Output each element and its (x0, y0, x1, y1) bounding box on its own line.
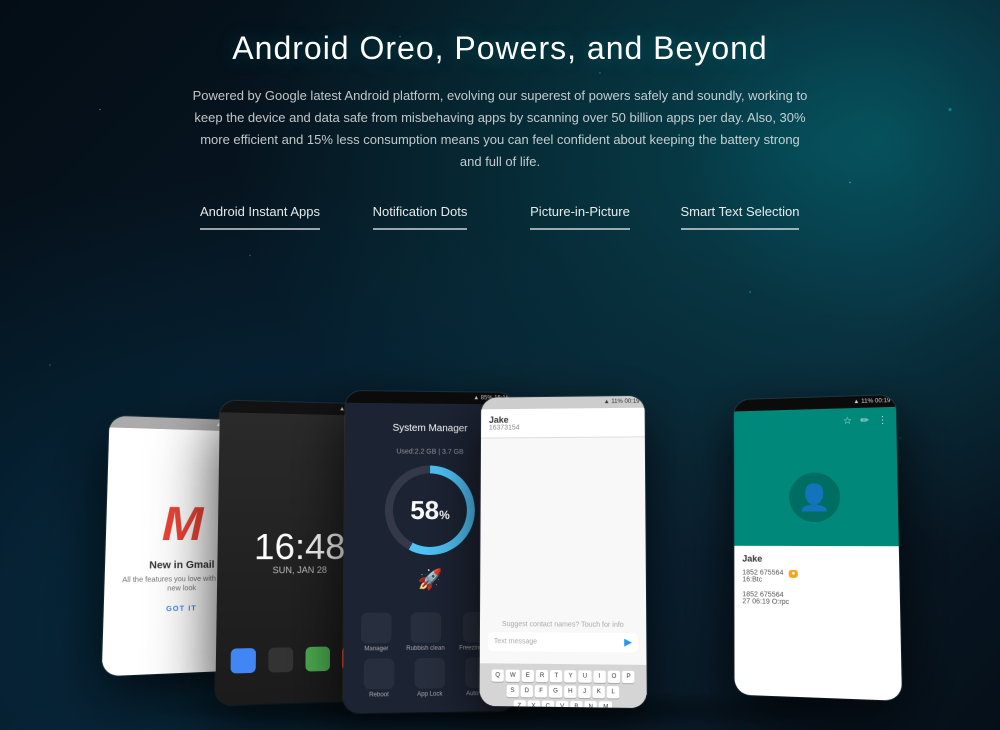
page-title: Android Oreo, Powers, and Beyond (60, 30, 940, 67)
contact-phone-list: 1852 675564 ● 16:Btc 1852 675564 27 06:1… (742, 569, 891, 607)
key-q[interactable]: Q (491, 669, 504, 681)
key-h[interactable]: J (579, 686, 591, 698)
feature-label-android-instant-apps: Android Instant Apps (200, 203, 320, 229)
contact-phone-3: 1852 675564 27 06:19 O:rpc (742, 591, 891, 607)
feature-label-notification-dots: Notification Dots (373, 203, 468, 229)
sys-menu-rubbish-icon (410, 612, 440, 643)
feature-android-instant-apps: Android Instant Apps (180, 203, 340, 229)
sys-menu-applock-icon (415, 658, 445, 689)
key-t[interactable]: T (550, 670, 562, 682)
sys-menu-applock: App Lock (415, 658, 445, 698)
key-d[interactable]: F (535, 685, 547, 697)
contact-phone-4-value: 27 06:19 O:rpc (742, 598, 891, 607)
key-o[interactable]: O (607, 671, 620, 683)
phone-contact: ▲ 11% 00:19 ☆ ✏ ⋮ 👤 Jake 1852 675564 ● 1… (734, 395, 902, 701)
keyboard-row-1: Q W E R T Y U I O P (484, 669, 643, 683)
sys-menu-applock-label: App Lock (417, 691, 442, 697)
sys-menu-reboot: Reboot (364, 658, 395, 698)
sys-menu-reboot-label: Reboot (369, 692, 389, 698)
key-k[interactable]: L (607, 686, 619, 698)
phone-contact-screen: ☆ ✏ ⋮ 👤 Jake 1852 675564 ● 16:Btc 1852 6… (734, 407, 902, 701)
keyboard: Q W E R T Y U I O P S D F G H J (480, 663, 647, 708)
sys-menu-manager-label: Manager (364, 646, 388, 652)
phone-chat-screen: Jake 16373154 Suggest contact names? Tou… (480, 408, 647, 708)
system-gauge: 58% (385, 465, 475, 555)
chat-contact-number: 16373154 (489, 424, 637, 432)
system-manager-title: System Manager (393, 423, 468, 434)
feature-label-picture-in-picture: Picture-in-Picture (530, 203, 630, 229)
key-b[interactable]: B (570, 701, 582, 708)
send-icon[interactable]: ▶ (624, 637, 632, 648)
chat-suggestion: Suggest contact names? Touch for info (488, 621, 638, 629)
main-content: Android Oreo, Powers, and Beyond Powered… (0, 0, 1000, 230)
chat-placeholder: Text message (494, 638, 620, 646)
key-m[interactable]: M (599, 701, 612, 708)
feature-smart-text-selection: Smart Text Selection (660, 203, 820, 229)
feature-picture-in-picture: Picture-in-Picture (500, 203, 660, 229)
edit-icon[interactable]: ✏ (860, 415, 869, 426)
more-icon[interactable]: ⋮ (877, 415, 888, 426)
key-r[interactable]: R (536, 670, 548, 682)
contact-toolbar: ☆ ✏ ⋮ (734, 407, 896, 437)
feature-notification-dots: Notification Dots (340, 203, 500, 229)
gallery-app-icon (305, 646, 330, 671)
key-w[interactable]: W (506, 670, 520, 682)
contact-info-body: Jake 1852 675564 ● 16:Btc 1852 675564 27… (734, 546, 902, 701)
page-description: Powered by Google latest Android platfor… (190, 85, 810, 173)
sys-menu-reboot-icon (364, 658, 395, 689)
key-a[interactable]: S (506, 685, 518, 697)
key-y[interactable]: Y (564, 670, 576, 682)
key-i[interactable]: I (593, 670, 605, 682)
system-gauge-inner: 58% (393, 473, 467, 547)
key-s[interactable]: D (521, 685, 533, 697)
sys-menu-manager-icon (361, 613, 392, 644)
phones-showcase: ▲ 97% 16:48 M New in Gmail All the featu… (50, 310, 950, 730)
chat-header: Jake 16373154 (481, 408, 645, 439)
chat-input[interactable]: Text message ▶ (488, 632, 638, 653)
settings-app-icon (268, 647, 293, 672)
key-j[interactable]: K (593, 686, 605, 698)
feature-label-smart-text-selection: Smart Text Selection (681, 203, 800, 229)
phone-chat: ▲ 11% 00:19 Jake 16373154 Suggest contac… (480, 396, 647, 708)
features-list: Android Instant Apps Notification Dots P… (60, 203, 940, 229)
key-f[interactable]: G (549, 685, 562, 697)
gmail-title: New in Gmail (149, 560, 214, 572)
system-manager-used: Used:2.2 GB | 3.7 GB (396, 449, 463, 456)
google-app-icon (231, 648, 256, 673)
key-u[interactable]: U (579, 670, 592, 682)
gmail-got-it-button[interactable]: GOT IT (166, 605, 197, 613)
gmail-logo: M (161, 497, 203, 552)
key-n[interactable]: N (584, 701, 597, 708)
clock-display: 16:48 (254, 529, 346, 565)
contact-name: Jake (742, 553, 890, 564)
sys-menu-rubbish: Rubbish clean (406, 612, 444, 652)
star-icon[interactable]: ☆ (843, 416, 852, 427)
contact-avatar: 👤 (789, 473, 841, 523)
key-e[interactable]: E (522, 670, 534, 682)
system-gauge-value: 58% (410, 495, 450, 526)
chat-body: Suggest contact names? Touch for info Te… (480, 437, 647, 665)
keyboard-row-2: S D F G H J K L (484, 685, 643, 699)
sys-menu-rubbish-label: Rubbish clean (406, 646, 444, 652)
contact-avatar-area: 👤 (734, 434, 899, 546)
contact-phone-2: 16:Btc (742, 576, 891, 585)
sys-menu-manager: Manager (361, 613, 392, 653)
contact-badge: ● (788, 570, 798, 578)
key-p[interactable]: P (622, 671, 634, 683)
key-g[interactable]: H (564, 685, 577, 697)
